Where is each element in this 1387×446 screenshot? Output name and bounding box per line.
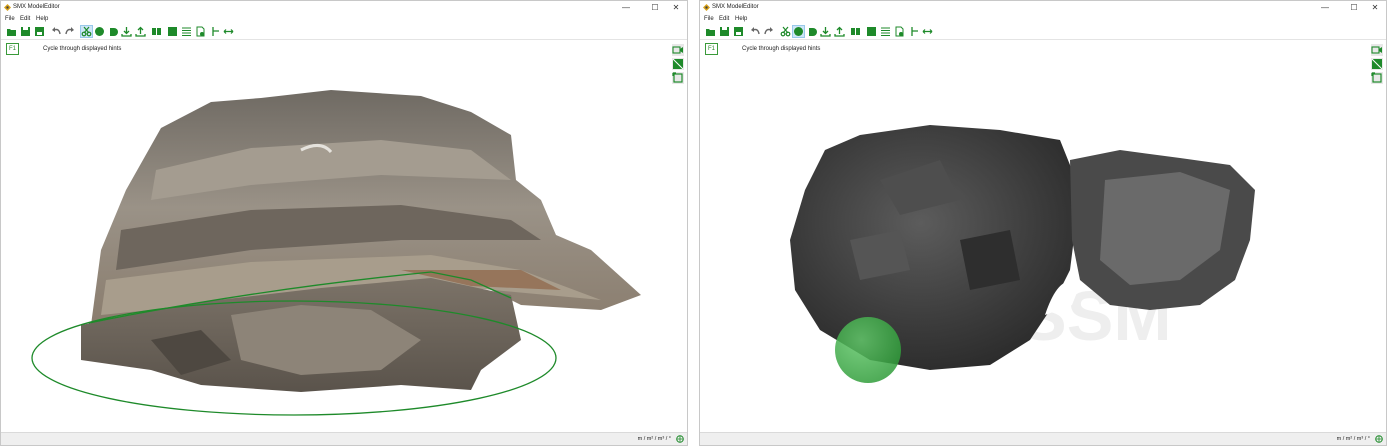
contour-icon[interactable] [807, 26, 818, 37]
import-icon[interactable] [121, 26, 132, 37]
save-icon[interactable] [719, 26, 730, 37]
status-bar: m / m² / m³ / ° [1, 432, 687, 445]
menu-file[interactable]: File [704, 14, 714, 24]
bounding-box-icon[interactable] [1371, 72, 1383, 84]
selection-sphere[interactable] [835, 317, 901, 383]
save-as-icon[interactable] [733, 26, 744, 37]
toolbar [700, 24, 1386, 40]
export-icon[interactable] [834, 26, 845, 37]
window-title: SMX ModelEditor [13, 4, 60, 10]
menu-bar: File Edit Help [700, 14, 1386, 24]
hint-text: Cycle through displayed hints [43, 46, 122, 52]
camera-view-icon[interactable] [672, 44, 684, 56]
title-bar: SMX ModelEditor — ☐ ✕ [700, 1, 1386, 14]
3d-viewport[interactable]: F1 Cycle through displayed hints [1, 40, 687, 433]
save-as-icon[interactable] [34, 26, 45, 37]
menu-bar: File Edit Help [1, 14, 687, 24]
units-label: m / m² / m³ / ° [637, 436, 671, 442]
window-title: SMX ModelEditor [712, 4, 759, 10]
globe-icon[interactable] [1375, 435, 1383, 443]
status-bar: m / m² / m³ / ° [700, 432, 1386, 445]
list-icon[interactable] [880, 26, 891, 37]
undo-icon[interactable] [750, 26, 761, 37]
measure-doc-icon[interactable] [195, 26, 206, 37]
open-folder-icon[interactable] [705, 26, 716, 37]
axis-icon[interactable] [909, 26, 920, 37]
menu-help[interactable]: Help [36, 14, 48, 24]
close-button[interactable]: ✕ [665, 1, 687, 14]
menu-file[interactable]: File [5, 14, 15, 24]
open-folder-icon[interactable] [6, 26, 17, 37]
quarry-model [31, 90, 641, 416]
minimize-button[interactable]: — [1314, 1, 1336, 14]
export-icon[interactable] [135, 26, 146, 37]
axis-icon[interactable] [210, 26, 221, 37]
save-icon[interactable] [20, 26, 31, 37]
split-view-icon[interactable] [850, 26, 861, 37]
camera-view-icon[interactable] [1371, 44, 1383, 56]
shading-toggle-icon[interactable] [672, 58, 684, 70]
undo-icon[interactable] [51, 26, 62, 37]
cut-icon[interactable] [780, 26, 791, 37]
fill-square-icon[interactable] [866, 26, 877, 37]
left-window: SMX ModelEditor — ☐ ✕ File Edit Help F1 … [0, 0, 688, 446]
menu-edit[interactable]: Edit [20, 14, 30, 24]
app-logo-icon [4, 4, 11, 11]
minimize-button[interactable]: — [615, 1, 637, 14]
close-button[interactable]: ✕ [1364, 1, 1386, 14]
menu-edit[interactable]: Edit [719, 14, 729, 24]
hint-key-badge: F1 [705, 43, 718, 55]
hint-text: Cycle through displayed hints [742, 46, 821, 52]
cut-icon[interactable] [80, 25, 93, 38]
globe-icon[interactable] [676, 435, 684, 443]
maximize-button[interactable]: ☐ [644, 1, 666, 14]
toolbar [1, 24, 687, 40]
distance-icon[interactable] [223, 26, 234, 37]
redo-icon[interactable] [64, 26, 75, 37]
sphere-select-icon[interactable] [792, 25, 805, 38]
menu-help[interactable]: Help [735, 14, 747, 24]
app-logo-icon [703, 4, 710, 11]
3d-viewport[interactable]: SSM F1 Cycle through displayed hints [700, 40, 1386, 433]
sphere-select-icon[interactable] [94, 26, 105, 37]
list-icon[interactable] [181, 26, 192, 37]
bounding-box-icon[interactable] [672, 72, 684, 84]
distance-icon[interactable] [922, 26, 933, 37]
rock-model: SSM [790, 125, 1255, 383]
maximize-button[interactable]: ☐ [1343, 1, 1365, 14]
fill-square-icon[interactable] [167, 26, 178, 37]
right-window: SMX ModelEditor — ☐ ✕ File Edit Help SSM… [699, 0, 1387, 446]
title-bar: SMX ModelEditor — ☐ ✕ [1, 1, 687, 14]
redo-icon[interactable] [763, 26, 774, 37]
hint-key-badge: F1 [6, 43, 19, 55]
shading-toggle-icon[interactable] [1371, 58, 1383, 70]
split-view-icon[interactable] [151, 26, 162, 37]
units-label: m / m² / m³ / ° [1336, 436, 1370, 442]
import-icon[interactable] [820, 26, 831, 37]
measure-doc-icon[interactable] [894, 26, 905, 37]
contour-icon[interactable] [108, 26, 119, 37]
